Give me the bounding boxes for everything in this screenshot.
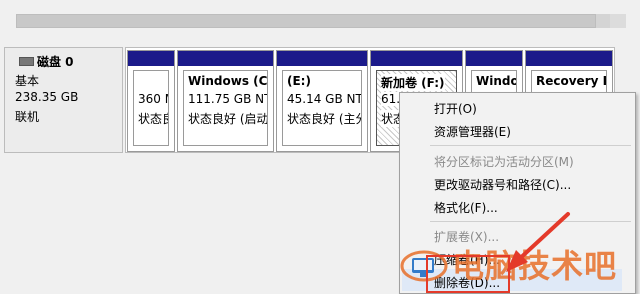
pointer-arrow-icon (506, 212, 570, 272)
